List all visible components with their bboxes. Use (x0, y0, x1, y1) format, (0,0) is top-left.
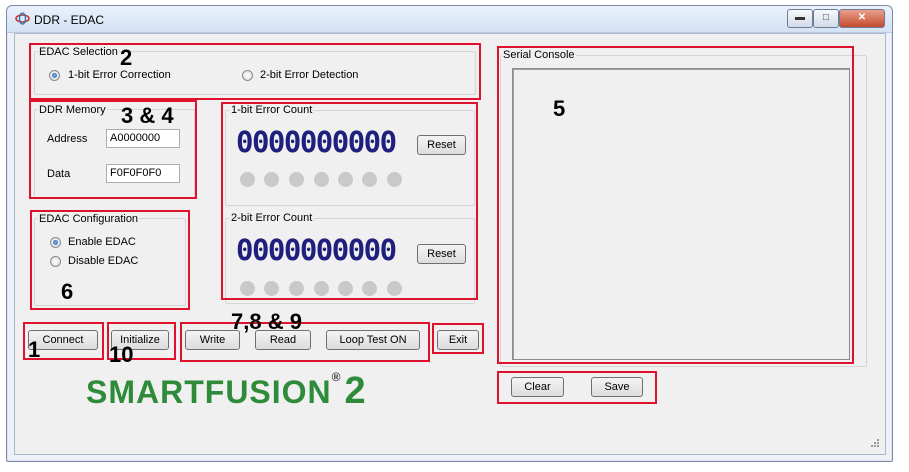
annotation-5: 5 (553, 96, 566, 121)
annotation-box-7-8-9 (180, 322, 430, 362)
close-button[interactable]: ✕ (839, 9, 885, 28)
annotation-box-serial-buttons (497, 371, 657, 404)
minimize-button[interactable]: ▬ (787, 9, 813, 28)
annotation-10: 10 (109, 342, 134, 367)
annotation-2: 2 (120, 45, 133, 70)
logo-text: SMARTFUSION (86, 374, 332, 410)
status-bar (7, 447, 878, 459)
annotation-box-6 (30, 210, 190, 310)
resize-grip-icon[interactable] (868, 438, 880, 450)
annotation-1: 1 (28, 337, 41, 362)
annotation-box-exit (432, 323, 484, 354)
annotation-7-8-9: 7,8 & 9 (231, 309, 302, 334)
smartfusion2-logo: SMARTFUSION® 2 (86, 370, 366, 413)
annotation-box-counts (221, 102, 478, 300)
maximize-button[interactable]: □ (813, 9, 839, 28)
annotation-box-2 (29, 43, 481, 100)
window-title: DDR - EDAC (34, 13, 105, 27)
annotation-box-5 (497, 46, 854, 364)
logo-registered-mark: ® (331, 370, 341, 384)
title-bar[interactable]: DDR - EDAC ▬ □ ✕ (7, 6, 892, 33)
annotation-6: 6 (61, 279, 74, 304)
logo-number: 2 (344, 370, 366, 412)
annotation-3-4: 3 & 4 (121, 103, 174, 128)
app-icon (15, 12, 30, 25)
